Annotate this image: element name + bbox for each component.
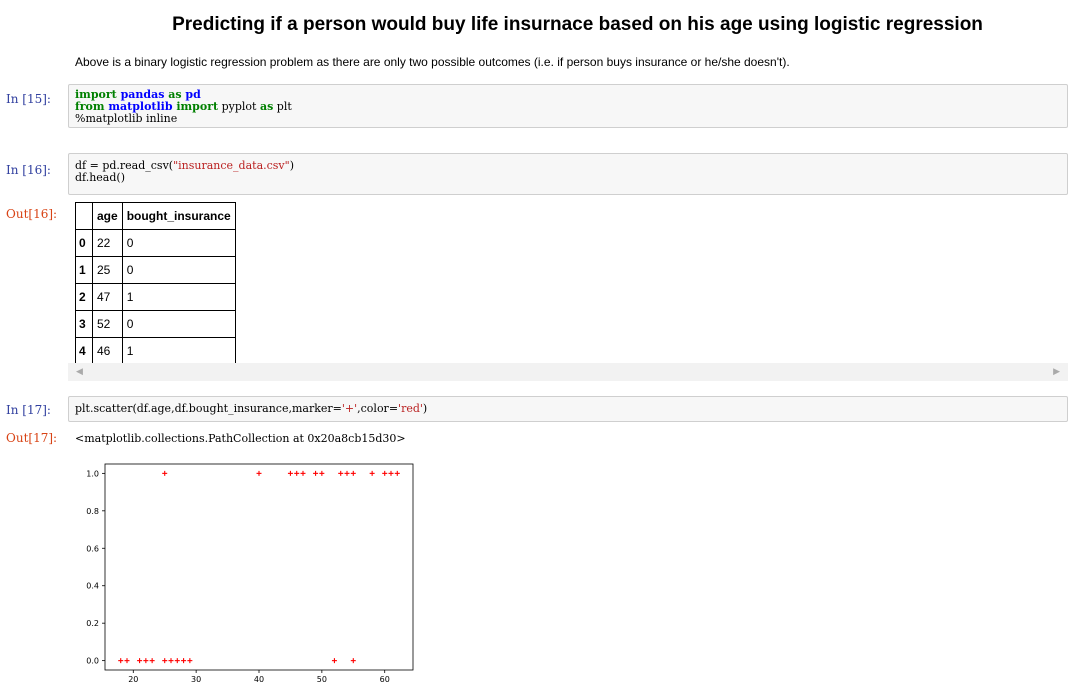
scatter-point [168, 658, 174, 664]
cell-15-prompt: In [15]: [6, 92, 51, 106]
scatter-point [256, 470, 262, 476]
row-index: 0 [75, 229, 93, 257]
cell-age: 46 [92, 337, 123, 365]
table-row: 3 52 0 [75, 310, 236, 338]
table-row: 2 47 1 [75, 283, 236, 311]
code-string: 'red' [398, 402, 423, 415]
cell-16-out-prompt: Out[16]: [6, 207, 58, 221]
x-tick-label: 30 [191, 675, 201, 684]
row-index: 2 [75, 283, 93, 311]
table-header-row: age bought_insurance [75, 202, 236, 230]
row-index: 4 [75, 337, 93, 365]
row-index: 1 [75, 256, 93, 284]
y-tick-label: 0.6 [86, 544, 99, 553]
code-token: ) [289, 159, 295, 172]
scatter-point [162, 470, 168, 476]
x-tick-label: 20 [128, 675, 138, 684]
cell-age: 47 [92, 283, 123, 311]
chart-axes: 0.0 0.2 0.4 0.6 0.8 1.0 20 30 40 50 60 [86, 463, 414, 684]
x-tick-label: 50 [317, 675, 327, 684]
cell-bought: 0 [121, 256, 236, 284]
dataframe-table: age bought_insurance 0 22 0 1 25 0 2 47 1 3 52 0… [75, 202, 236, 365]
table-header-index [75, 202, 93, 230]
table-header-age: age [92, 202, 123, 230]
scatter-point [388, 470, 394, 476]
chart-marks [118, 470, 400, 664]
cell-17-out-prompt: Out[17]: [6, 431, 58, 445]
cell-age: 52 [92, 310, 123, 338]
notebook-title: Predicting if a person would buy life in… [172, 14, 983, 35]
cell-16-prompt: In [16]: [6, 163, 51, 177]
scatter-point [382, 470, 388, 476]
code-line: df.head() [75, 171, 125, 184]
code-token: ) [422, 402, 428, 415]
scatter-point [344, 470, 350, 476]
scatter-point [162, 658, 168, 664]
chevron-left-icon[interactable]: ◀ [76, 366, 83, 377]
cell-bought: 1 [121, 337, 236, 365]
cell-16-input[interactable]: df = pd.read_csv("insurance_data.csv") d… [68, 153, 1068, 195]
code-token: plt.scatter(df.age,df.bought_insurance,m… [75, 402, 342, 415]
cell-17-input[interactable]: plt.scatter(df.age,df.bought_insurance,m… [68, 396, 1068, 422]
scatter-point [369, 470, 375, 476]
code-token: as [259, 100, 274, 113]
scatter-point [319, 470, 325, 476]
row-index: 3 [75, 310, 93, 338]
scatter-chart: 0.0 0.2 0.4 0.6 0.8 1.0 20 30 40 50 60 [86, 463, 414, 684]
code-token: import [176, 100, 219, 113]
cell-17-prompt: In [17]: [6, 403, 51, 417]
scatter-point [149, 658, 155, 664]
code-string: "insurance_data.csv" [173, 159, 290, 172]
intro-text: Above is a binary logistic regression pr… [75, 55, 790, 69]
scatter-point [181, 658, 187, 664]
scatter-point [287, 470, 293, 476]
code-token: ,color= [357, 402, 399, 415]
code-string: '+' [341, 402, 358, 415]
code-token: plt [273, 100, 292, 113]
plot-frame [104, 463, 414, 671]
table-row: 4 46 1 [75, 337, 236, 365]
scatter-point [338, 470, 344, 476]
x-tick-label: 60 [380, 675, 390, 684]
scatter-point [174, 658, 180, 664]
horizontal-scrollbar[interactable]: ◀ ▶ [68, 363, 1068, 381]
scatter-point [350, 470, 356, 476]
scatter-point [350, 658, 356, 664]
scatter-point [143, 658, 149, 664]
y-tick-label: 0.2 [86, 619, 99, 628]
x-tick-label: 40 [254, 675, 264, 684]
scatter-point [394, 470, 400, 476]
cell-15-input[interactable]: import pandas as pd from matplotlib impo… [68, 84, 1068, 128]
scatter-point [294, 470, 300, 476]
cell-bought: 1 [121, 283, 236, 311]
scatter-point [187, 658, 193, 664]
cell-bought: 0 [121, 310, 236, 338]
scatter-point [137, 658, 143, 664]
scatter-point [313, 470, 319, 476]
scatter-point [300, 470, 306, 476]
y-tick-label: 0.4 [86, 582, 99, 591]
y-tick-label: 0.0 [86, 657, 99, 666]
cell-age: 25 [92, 256, 123, 284]
scatter-point [331, 658, 337, 664]
table-row: 0 22 0 [75, 229, 236, 257]
code-token: pyplot [218, 100, 260, 113]
y-tick-label: 1.0 [86, 469, 99, 478]
scatter-point [118, 658, 124, 664]
code-line: %matplotlib inline [75, 112, 178, 125]
chevron-right-icon[interactable]: ▶ [1053, 366, 1060, 377]
scatter-point [124, 658, 130, 664]
cell-bought: 0 [121, 229, 236, 257]
cell-age: 22 [92, 229, 123, 257]
y-tick-label: 0.8 [86, 507, 99, 516]
table-header-bought-insurance: bought_insurance [121, 202, 236, 230]
table-row: 1 25 0 [75, 256, 236, 284]
cell-17-output-text: <matplotlib.collections.PathCollection a… [75, 432, 406, 445]
